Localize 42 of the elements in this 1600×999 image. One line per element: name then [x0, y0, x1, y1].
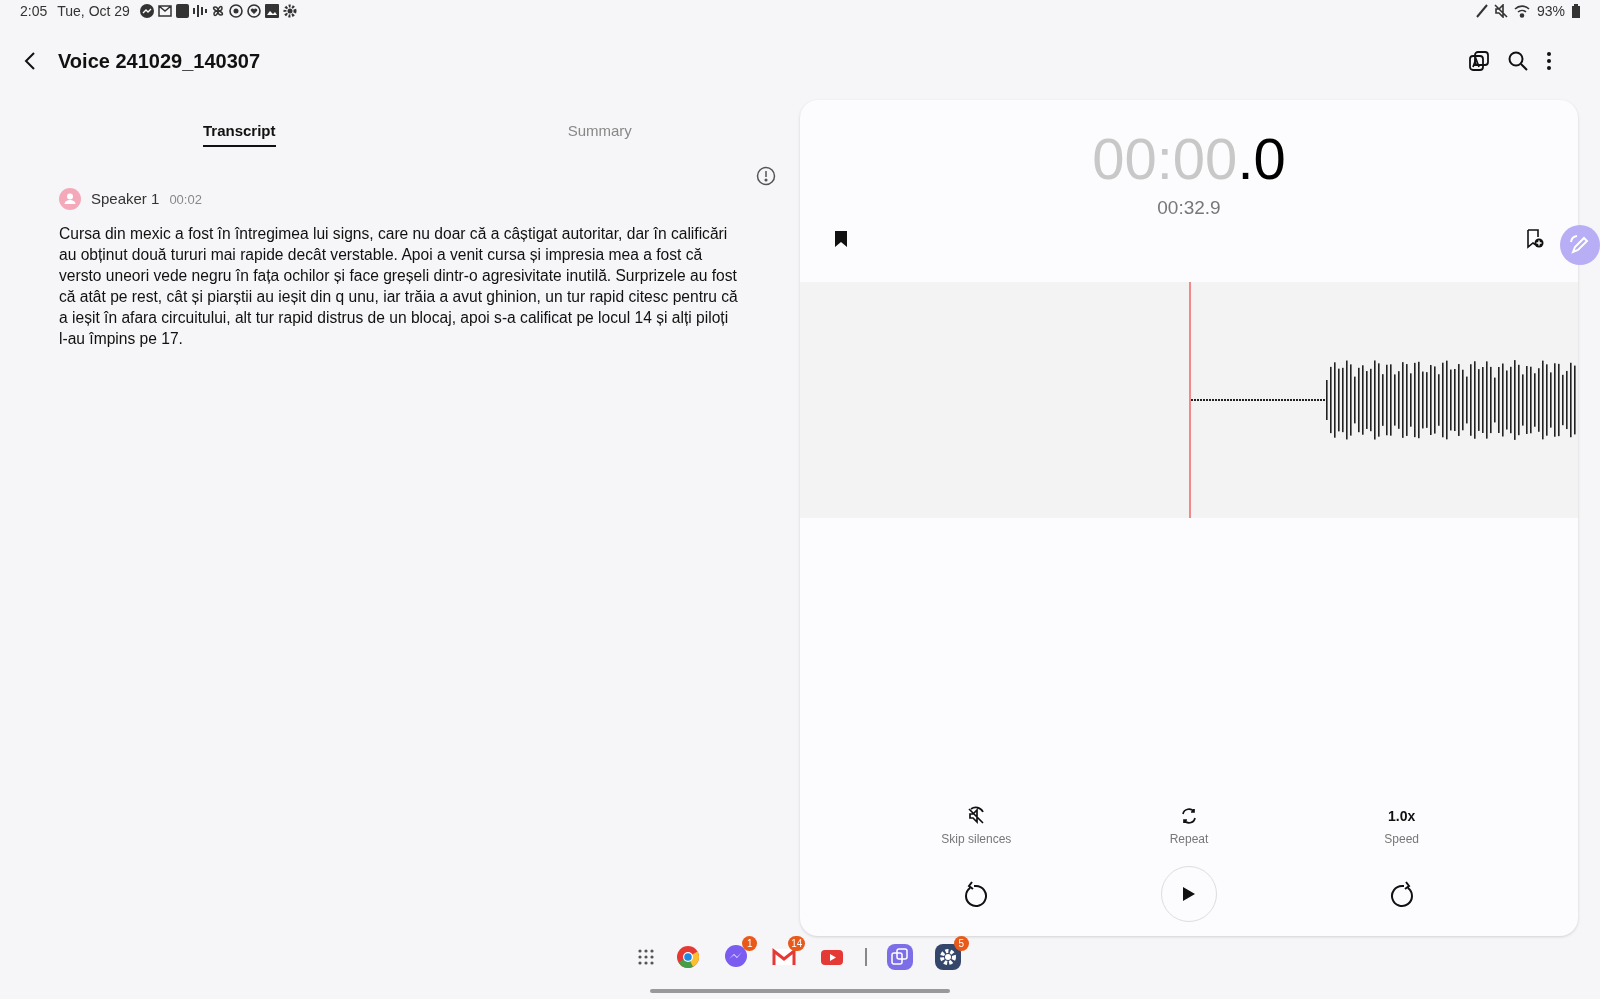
repeat-button[interactable]: Repeat [1169, 806, 1209, 848]
speed-button[interactable]: 1.0x Speed [1384, 806, 1419, 848]
option-label: Repeat [1169, 831, 1209, 848]
elapsed-tenths: .0 [1237, 126, 1286, 192]
audio-wave-icon [192, 5, 207, 17]
battery-level: 93% [1535, 1, 1566, 21]
battery-icon [1572, 4, 1580, 18]
transcript-text: Cursa din mexic a fost în întregimea lui signs, care nu doar că a câștigat autoritar, dar în calificări au obținut două tururi mai rapide decât verstable. Apoi a venit cursa și impresia mea a fost că versto uneori vede negru în fața ochilor și face greșeli dintr-o agresivitate inutilă. Surprizele au fost că atât pe rest, cât și piarștii au ieșit din q unu, iar trăia a avut ghinion, un tur rapid citesc pentru că a ieșit în afara circuitului, alt tur rapid distrus de un blocaj, apoi s-a calificat pe locul 14 și alți piloți l-au împins pe 17. [59, 223, 739, 349]
play-icon [1182, 886, 1196, 902]
notification-badge: 1 [742, 936, 758, 951]
more-options-icon[interactable] [1546, 51, 1552, 71]
chat-bubble-icon [139, 4, 154, 18]
skip-silences-button[interactable]: Skip silences [941, 806, 1012, 848]
search-icon[interactable] [1508, 51, 1528, 71]
settings-icon [282, 4, 297, 18]
bookmark-icon[interactable] [834, 229, 848, 248]
total-duration: 00:32.9 [1157, 196, 1221, 220]
add-bookmark-icon[interactable] [1526, 228, 1544, 249]
circle-icon [228, 4, 243, 18]
wifi-icon [1513, 4, 1530, 18]
status-time: 2:05 [20, 1, 48, 21]
speaker-avatar-icon [59, 188, 81, 211]
skip-silences-icon [966, 806, 987, 826]
info-icon[interactable] [756, 166, 776, 186]
app-drawer-icon[interactable] [637, 948, 656, 966]
speaker-timestamp: 00:02 [169, 190, 202, 209]
tab[interactable]: Summary [419, 120, 780, 156]
tab[interactable]: Transcript [59, 120, 420, 156]
gallery-icon [264, 4, 279, 18]
pinwheel-icon [210, 4, 225, 18]
translate-icon[interactable] [1468, 50, 1490, 72]
option-label: Speed [1384, 831, 1419, 848]
heart-circle-icon [246, 4, 261, 18]
recording-title: Voice 241029_140307 [58, 49, 261, 74]
speed-value: 1.0x [1388, 807, 1416, 826]
notification-badge: 14 [788, 936, 806, 951]
translate-app-icon[interactable] [884, 942, 915, 972]
mail-icon [157, 5, 172, 17]
speaker-name: Speaker 1 [91, 189, 160, 209]
option-label: Skip silences [941, 831, 1012, 848]
status-date: Tue, Oct 29 [57, 1, 130, 21]
repeat-icon [1179, 806, 1199, 826]
